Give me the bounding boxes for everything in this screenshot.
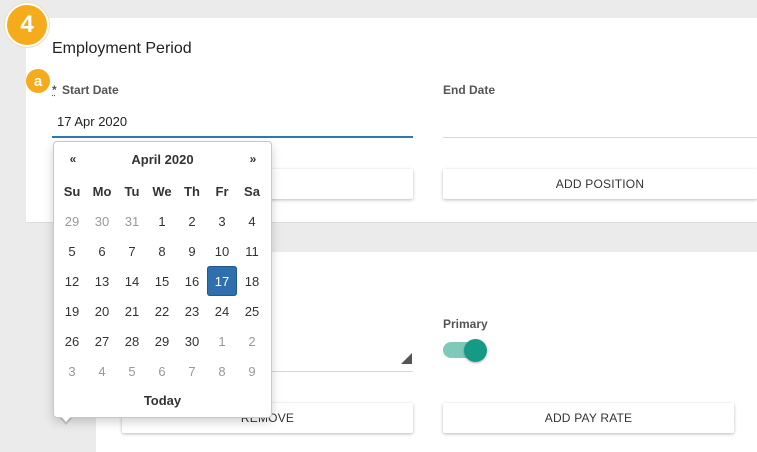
day-cell[interactable]: 8 [207, 356, 237, 386]
weekday-header: Su [63, 183, 81, 199]
weekday-header: Fr [215, 183, 229, 199]
end-date-label: End Date [443, 83, 496, 97]
end-date-underline [443, 137, 757, 138]
sub-step-badge: a [26, 69, 50, 93]
day-cell[interactable]: 6 [147, 356, 177, 386]
day-cell[interactable]: 23 [177, 296, 207, 326]
day-cell[interactable]: 30 [87, 206, 117, 236]
day-cell[interactable]: 19 [57, 296, 87, 326]
select-underline [266, 371, 413, 372]
day-cell[interactable]: 7 [177, 356, 207, 386]
section-title: Employment Period [52, 40, 192, 57]
day-cell[interactable]: 21 [117, 296, 147, 326]
day-cell[interactable]: 6 [87, 236, 117, 266]
next-month-button[interactable]: » [243, 152, 263, 166]
day-cell[interactable]: 28 [117, 326, 147, 356]
month-label[interactable]: April 2020 [94, 152, 231, 167]
datepicker-grid: Su Mo Tu We Th Fr Sa 29 30 31 1 2 3 4 5 6 7 8 9 10 11 12 13 14 1… [57, 176, 267, 386]
day-cell[interactable]: 29 [57, 206, 87, 236]
day-cell[interactable]: 4 [87, 356, 117, 386]
weekday-header: We [152, 183, 172, 199]
weekday-header: Mo [92, 183, 112, 199]
day-cell[interactable]: 16 [177, 266, 207, 296]
day-cell[interactable]: 24 [207, 296, 237, 326]
add-pay-rate-button[interactable]: ADD PAY RATE [443, 403, 734, 433]
selected-day[interactable]: 17 [207, 266, 237, 296]
day-cell[interactable]: 9 [177, 236, 207, 266]
primary-toggle-knob[interactable] [464, 339, 487, 362]
day-cell[interactable]: 2 [177, 206, 207, 236]
start-date-label-text: Start Date [62, 83, 119, 97]
week-row: 26 27 28 29 30 1 2 [57, 326, 267, 356]
day-cell[interactable]: 12 [57, 266, 87, 296]
day-cell[interactable]: 14 [117, 266, 147, 296]
day-cell[interactable]: 1 [147, 206, 177, 236]
day-cell[interactable]: 25 [237, 296, 267, 326]
day-cell[interactable]: 9 [237, 356, 267, 386]
day-cell[interactable]: 3 [57, 356, 87, 386]
start-date-underline [52, 136, 413, 138]
day-cell[interactable]: 27 [87, 326, 117, 356]
week-row: 12 13 14 15 16 17 18 [57, 266, 267, 296]
weekday-header: Th [184, 183, 200, 199]
select-arrow-icon[interactable] [401, 353, 412, 364]
day-cell[interactable]: 5 [117, 356, 147, 386]
datepicker-popup: « April 2020 » Su Mo Tu We Th Fr Sa 29 30 31 1 2 3 4 5… [53, 141, 272, 418]
today-button[interactable]: Today [54, 393, 271, 408]
day-cell[interactable]: 13 [87, 266, 117, 296]
week-row: 19 20 21 22 23 24 25 [57, 296, 267, 326]
week-row: 3456789 [57, 356, 267, 386]
week-row: 29 30 31 1 2 3 4 [57, 206, 267, 236]
day-cell[interactable]: 20 [87, 296, 117, 326]
day-cell[interactable]: 22 [147, 296, 177, 326]
day-cell[interactable]: 4 [237, 206, 267, 236]
day-cell[interactable]: 11 [237, 236, 267, 266]
add-position-button[interactable]: ADD POSITION [443, 169, 757, 199]
day-cell[interactable]: 18 [237, 266, 267, 296]
day-cell[interactable]: 10 [207, 236, 237, 266]
hidden-button[interactable] [266, 169, 413, 199]
day-cell[interactable]: 1 [207, 326, 237, 356]
day-cell[interactable]: 8 [147, 236, 177, 266]
day-cell[interactable]: 7 [117, 236, 147, 266]
weekday-header-row: Su Mo Tu We Th Fr Sa [57, 176, 267, 206]
day-cell[interactable]: 26 [57, 326, 87, 356]
primary-label: Primary [443, 317, 488, 331]
week-row: 5 6 7 8 9 10 11 [57, 236, 267, 266]
start-date-input[interactable]: 17 Apr 2020 [57, 114, 127, 129]
weekday-header: Tu [124, 183, 140, 199]
day-cell[interactable]: 2 [237, 326, 267, 356]
prev-month-button[interactable]: « [63, 152, 83, 166]
datepicker-caret [58, 413, 74, 422]
day-cell[interactable]: 3 [207, 206, 237, 236]
day-cell[interactable]: 29 [147, 326, 177, 356]
step-badge: 4 [5, 3, 49, 47]
required-marker: * [52, 83, 57, 97]
weekday-header: Sa [244, 183, 260, 199]
datepicker-header: « April 2020 » [54, 152, 271, 172]
start-date-label: * Start Date [52, 83, 119, 97]
day-cell[interactable]: 30 [177, 326, 207, 356]
day-cell[interactable]: 5 [57, 236, 87, 266]
day-cell[interactable]: 31 [117, 206, 147, 236]
day-cell[interactable]: 15 [147, 266, 177, 296]
